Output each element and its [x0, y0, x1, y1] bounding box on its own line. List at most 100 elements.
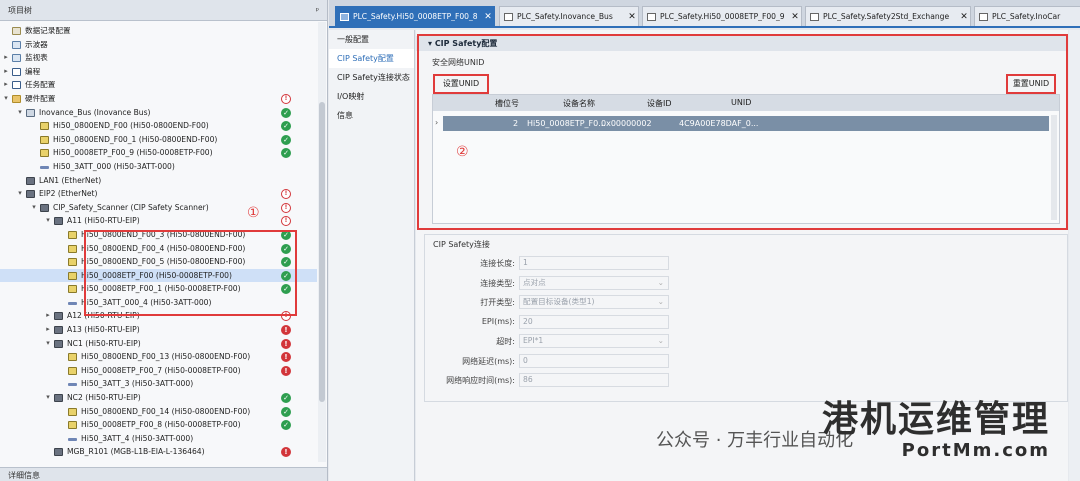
tree-item[interactable]: ▸ 任务配置 [0, 78, 317, 92]
doc-node-icon [12, 81, 21, 90]
content-scrollbar[interactable] [1069, 30, 1080, 481]
tree-item[interactable]: LAN1 (EtherNet) [0, 174, 317, 188]
brand-watermark: 港机运维管理 PortMm.com [821, 399, 1050, 462]
tree-item[interactable]: 示波器 [0, 38, 317, 52]
close-icon[interactable]: ✕ [958, 12, 970, 22]
collapse-arrow-icon[interactable]: ▸ [2, 65, 10, 79]
field-value[interactable]: 20 [519, 314, 669, 329]
flat-node-icon [68, 437, 77, 441]
tree-item-label: 硬件配置 [25, 93, 56, 103]
tree-item[interactable]: ▸ 监视表 [0, 51, 317, 65]
tree-item[interactable]: ▾ NC1 (Hi50-RTU-EIP)! [0, 337, 317, 351]
tree-item[interactable]: ▾ EIP2 (EtherNet)! [0, 187, 317, 201]
nav-item[interactable]: CIP Safety配置 [329, 49, 414, 68]
tree-item[interactable]: Hi50_3ATT_000 (Hi50-3ATT-000) [0, 160, 317, 174]
expand-arrow-icon[interactable]: ▾ [16, 106, 24, 120]
expand-arrow-icon[interactable]: ▾ [30, 201, 38, 215]
status-err-icon: ! [281, 365, 291, 376]
expand-arrow-icon[interactable]: ▾ [44, 391, 52, 405]
mod-node-icon [68, 353, 77, 362]
tree-item[interactable]: Hi50_0008ETP_F00_7 (Hi50-0008ETP-F00)! [0, 364, 317, 378]
project-tree-title: 项目树 [8, 5, 32, 15]
collapse-arrow-icon[interactable]: ▸ [44, 309, 52, 323]
field-value[interactable]: 0 [519, 353, 669, 368]
close-icon[interactable]: ✕ [789, 12, 801, 22]
mod-node-icon [68, 244, 77, 253]
editor-tab[interactable]: PLC_Safety.InoCar [974, 6, 1080, 26]
tree-scrollbar-thumb[interactable] [319, 102, 325, 402]
document-icon [979, 12, 988, 21]
tree-item[interactable]: ▸ A13 (Hi50-RTU-EIP)! [0, 323, 317, 337]
nav-item[interactable]: CIP Safety连接状态 [329, 68, 414, 87]
expand-arrow-icon[interactable]: ▾ [44, 214, 52, 228]
tree-item[interactable]: ▸ 编程 [0, 65, 317, 79]
tree-item[interactable]: MGB_R101 (MGB-L1B-EIA-L-136464)! [0, 445, 317, 459]
mod-node-icon [40, 135, 49, 144]
status-ok-icon: ✓ [281, 148, 291, 159]
brand-watermark-url: PortMm.com [901, 440, 1050, 461]
field-value[interactable]: 86 [519, 373, 669, 387]
tree-item[interactable]: Hi50_0800END_F00_1 (Hi50-0800END-F00) ✓ [0, 133, 317, 147]
tree-item[interactable]: Hi50_0800END_F00_13 (Hi50-0800END-F00)! [0, 350, 317, 364]
pin-icon[interactable]: ᵖ [316, 6, 319, 15]
editor-tab[interactable]: PLC_Safety.Inovance_Bus ✕ [499, 6, 639, 26]
nav-item[interactable]: 信息 [329, 106, 414, 125]
nav-item[interactable]: 一般配置 [329, 30, 414, 49]
field-label: 打开类型: [480, 298, 515, 307]
collapse-arrow-icon[interactable]: ▸ [2, 78, 10, 92]
collapse-arrow-icon[interactable]: ▸ [2, 51, 10, 65]
document-icon [810, 12, 819, 21]
tree-item-label: Hi50_3ATT_000 (Hi50-3ATT-000) [53, 161, 175, 171]
expand-arrow-icon[interactable]: ▾ [2, 92, 10, 106]
tree-item[interactable]: ▾ CIP_Safety_Scanner (CIP Safety Scanner)… [0, 201, 317, 215]
tree-item[interactable]: ▾ 硬件配置! [0, 92, 317, 106]
tree-item[interactable]: 数据记录配置 [0, 24, 317, 38]
editor-tab-bar: PLC_Safety.Hi50_0008ETP_F00_8 ✕ PLC_Safety… [329, 0, 1080, 28]
mod-node-icon [68, 285, 77, 294]
expand-arrow-icon[interactable]: ▾ [44, 337, 52, 351]
annotation-circle-2: ② [456, 144, 469, 160]
brand-watermark-title: 港机运维管理 [821, 399, 1050, 440]
tree-item-label: A13 (Hi50-RTU-EIP) [67, 325, 140, 335]
doc-node-icon [12, 67, 21, 76]
field-label: 网络响应时间(ms): [446, 376, 515, 385]
tree-item[interactable]: Hi50_0800END_F00_14 (Hi50-0800END-F00) ✓ [0, 405, 317, 419]
tree-item[interactable]: Hi50_0008ETP_F00_9 (Hi50-0008ETP-F00) ✓ [0, 146, 317, 160]
tree-item[interactable]: ▾ Inovance_Bus (Inovance Bus) ✓ [0, 106, 317, 120]
tree-item[interactable]: Hi50_3ATT_4 (Hi50-3ATT-000) [0, 432, 317, 446]
tree-item[interactable]: Hi50_0008ETP_F00_8 (Hi50-0008ETP-F00) ✓ [0, 418, 317, 432]
field-value[interactable]: 点对点 ⌄ [519, 275, 669, 290]
tree-item[interactable]: Hi50_0800END_F00 (Hi50-0800END-F00) ✓ [0, 119, 317, 133]
close-icon[interactable]: ✕ [626, 12, 638, 22]
field-value[interactable]: 1 [519, 256, 669, 270]
field-value[interactable]: EPI*1 ⌄ [519, 334, 669, 348]
mod-node-icon [68, 407, 77, 416]
document-icon [647, 12, 656, 21]
editor-tab[interactable]: PLC_Safety.Hi50_0008ETP_F00_8 ✕ [335, 6, 495, 26]
tree-item[interactable]: ▾ A11 (Hi50-RTU-EIP)! [0, 214, 317, 228]
tree-item-label: MGB_R101 (MGB-L1B-EIA-L-136464) [67, 447, 205, 457]
tree-item-label: NC2 (Hi50-RTU-EIP) [67, 393, 141, 403]
nav-item[interactable]: I/O映射 [329, 87, 414, 106]
tree-item[interactable]: Hi50_3ATT_3 (Hi50-3ATT-000) [0, 377, 317, 391]
status-ok-icon: ✓ [281, 121, 291, 132]
tree-scrollbar[interactable] [318, 22, 326, 462]
editor-tab[interactable]: PLC_Safety.Hi50_0008ETP_F00_9 ✕ [642, 6, 802, 26]
tree-item[interactable]: ▾ NC2 (Hi50-RTU-EIP) ✓ [0, 391, 317, 405]
field-value[interactable]: 配置目标设备(类型1) ⌄ [519, 295, 669, 309]
editor-tab-label: PLC_Safety.Inovance_Bus [517, 12, 613, 21]
expand-arrow-icon[interactable]: ▾ [16, 187, 24, 201]
mod-node-icon [68, 230, 77, 239]
collapse-arrow-icon[interactable]: ▸ [44, 323, 52, 337]
tab-node-icon [12, 54, 21, 63]
field-value-text: 86 [523, 375, 533, 384]
flat-node-icon [40, 165, 49, 169]
field-label: 网络延迟(ms): [462, 356, 515, 366]
chevron-down-icon: ⌄ [657, 277, 664, 287]
editor-tab[interactable]: PLC_Safety.Safety2Std_Exchange ✕ [805, 6, 971, 26]
details-panel-header[interactable]: 详细信息 [0, 467, 327, 481]
tree-item-label: Hi50_3ATT_3 (Hi50-3ATT-000) [81, 379, 194, 389]
dark-node-icon [26, 190, 35, 199]
close-icon[interactable]: ✕ [482, 12, 494, 22]
tree-item-label: 数据记录配置 [25, 26, 71, 35]
